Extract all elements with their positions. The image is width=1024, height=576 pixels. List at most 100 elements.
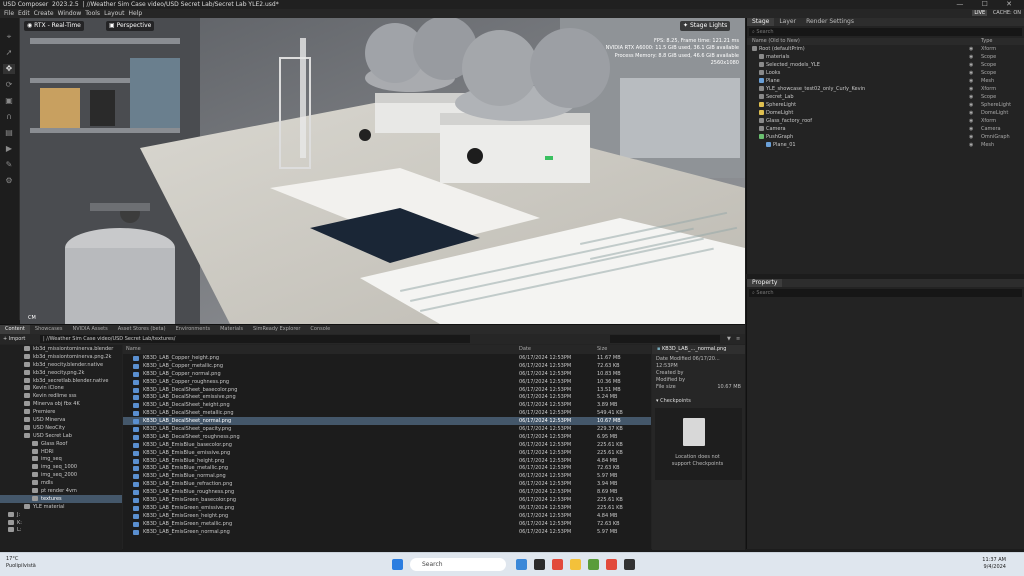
folder-item[interactable]: mdls — [0, 479, 122, 487]
column-type[interactable]: Type — [981, 38, 992, 45]
file-row[interactable]: KB3D_LAB_EmisBlue_roughness.png 06/17/202… — [123, 488, 651, 496]
stage-tree-row[interactable]: Glass_factory_roof ◉ Xform — [747, 117, 1024, 125]
file-row[interactable]: KB3D_LAB_EmisBlue_height.png 06/17/2024 1… — [123, 457, 651, 465]
tab-layer[interactable]: Layer — [774, 18, 801, 26]
column-name[interactable]: Name — [126, 345, 141, 354]
file-row[interactable]: KB3D_LAB_DecalSheet_normal.png 06/17/2024… — [123, 417, 651, 426]
window-controls[interactable]: — ☐ ✕ — [956, 0, 1020, 9]
stage-lights-button[interactable]: ✦ Stage Lights — [680, 21, 731, 31]
tab-showcases[interactable]: Showcases — [30, 325, 68, 334]
folder-item[interactable]: Premiere — [0, 408, 122, 416]
render-mode-button[interactable]: ◉ RTX - Real-Time — [24, 21, 84, 31]
clock[interactable]: 11:37 AM 9/4/2024 — [982, 557, 1006, 571]
visibility-icon[interactable]: ◉ — [969, 101, 973, 109]
stage-tree-row[interactable]: PushGraph ◉ OmniGraph — [747, 133, 1024, 141]
menu-item-edit[interactable]: Edit — [18, 10, 30, 17]
file-row[interactable]: KB3D_LAB_EmisBlue_refraction.png 06/17/20… — [123, 480, 651, 488]
folder-item[interactable]: HDRI — [0, 448, 122, 456]
folder-item[interactable]: K: — [0, 519, 122, 527]
folder-item[interactable]: USD Secret Lab — [0, 432, 122, 440]
folder-item[interactable]: img_seq_2000 — [0, 471, 122, 479]
app-icon-1[interactable] — [516, 559, 527, 570]
folder-item[interactable]: Kevin iClone — [0, 384, 122, 392]
filter-icon[interactable]: ▼ — [727, 334, 731, 344]
file-row[interactable]: KB3D_LAB_EmisBlue_normal.png 06/17/2024 1… — [123, 472, 651, 480]
file-row[interactable]: KB3D_LAB_Copper_normal.png 06/17/2024 12:… — [123, 370, 651, 378]
visibility-icon[interactable]: ◉ — [969, 53, 973, 61]
visibility-icon[interactable]: ◉ — [969, 93, 973, 101]
file-row[interactable]: KB3D_LAB_Copper_metallic.png 06/17/2024 1… — [123, 362, 651, 370]
folder-item[interactable]: kb3d_missiontominerva.blender — [0, 345, 122, 353]
paint-icon[interactable]: ✎ — [3, 160, 15, 170]
file-row[interactable]: KB3D_LAB_EmisGreen_basecolor.png 06/17/20… — [123, 496, 651, 504]
menu-item-window[interactable]: Window — [58, 10, 82, 17]
tab-render-settings[interactable]: Render Settings — [801, 18, 859, 26]
visibility-icon[interactable]: ◉ — [969, 109, 973, 117]
settings-icon[interactable]: ⚙ — [3, 176, 15, 186]
file-row[interactable]: KB3D_LAB_DecalSheet_roughness.png 06/17/2… — [123, 433, 651, 441]
tab-asset-stores-beta-[interactable]: Asset Stores (beta) — [113, 325, 171, 334]
folder-item[interactable]: img_seq — [0, 455, 122, 463]
property-search-input[interactable]: ⌕ Search — [749, 289, 1022, 297]
visibility-icon[interactable]: ◉ — [969, 133, 973, 141]
weather-widget[interactable]: 17°C Puolipilvistä — [6, 556, 36, 570]
folder-item[interactable]: YLE material — [0, 503, 122, 511]
camera-button[interactable]: ▣ Perspective — [106, 21, 155, 31]
viewport[interactable]: ◉ RTX - Real-Time ▣ Perspective ✦ Stage … — [20, 18, 745, 324]
folder-icon[interactable] — [570, 559, 581, 570]
file-row[interactable]: KB3D_LAB_EmisGreen_emissive.png 06/17/202… — [123, 504, 651, 512]
visibility-icon[interactable]: ◉ — [969, 61, 973, 69]
snap-icon[interactable]: ∩ — [3, 112, 15, 122]
checkpoints-header[interactable]: ▾ Checkpoints — [652, 397, 745, 405]
file-row[interactable]: KB3D_LAB_DecalSheet_opacity.png 06/17/202… — [123, 425, 651, 433]
column-name[interactable]: Name (Old to New) — [752, 38, 800, 45]
tab-environments[interactable]: Environments — [171, 325, 216, 334]
folder-item[interactable]: kb3d_missiontominerva.png.2k — [0, 353, 122, 361]
stage-tree-row[interactable]: Root (defaultPrim) ◉ Xform — [747, 45, 1024, 53]
play-icon[interactable]: ▶ — [3, 144, 15, 154]
file-row[interactable]: KB3D_LAB_EmisBlue_basecolor.png 06/17/202… — [123, 441, 651, 449]
stage-tree-row[interactable]: Plane_01 ◉ Mesh — [747, 141, 1024, 149]
folder-item[interactable]: img_seq_1000 — [0, 463, 122, 471]
app-icon-5[interactable] — [624, 559, 635, 570]
file-row[interactable]: KB3D_LAB_DecalSheet_emissive.png 06/17/20… — [123, 393, 651, 401]
stage-tree-row[interactable]: Camera ◉ Camera — [747, 125, 1024, 133]
column-date[interactable]: Date — [519, 345, 531, 354]
tab-simready-explorer[interactable]: SimReady Explorer — [248, 325, 305, 334]
path-field[interactable]: | //Weather Sim Case video/USD Secret La… — [40, 335, 470, 343]
rotate-icon[interactable]: ⟳ — [3, 80, 15, 90]
folder-item[interactable]: Kevin redlime sss — [0, 392, 122, 400]
folder-item[interactable]: L: — [0, 526, 122, 534]
move-icon[interactable]: ✥ — [3, 64, 15, 74]
stage-search-input[interactable]: ⌕ Search — [749, 28, 1022, 36]
folder-item[interactable]: USD Minerva — [0, 416, 122, 424]
menu-item-layout[interactable]: Layout — [104, 10, 124, 17]
file-row[interactable]: KB3D_LAB_DecalSheet_metallic.png 06/17/20… — [123, 409, 651, 417]
pointer-icon[interactable]: ➚ — [3, 48, 15, 58]
app-icon-4[interactable] — [606, 559, 617, 570]
tab-nvidia-assets[interactable]: NVIDIA Assets — [67, 325, 112, 334]
live-badge[interactable]: LIVE — [972, 10, 988, 16]
visibility-icon[interactable]: ◉ — [969, 45, 973, 53]
menu-item-create[interactable]: Create — [34, 10, 54, 17]
file-row[interactable]: KB3D_LAB_Copper_roughness.png 06/17/2024 … — [123, 378, 651, 386]
camera-icon[interactable]: ▤ — [3, 128, 15, 138]
visibility-icon[interactable]: ◉ — [969, 125, 973, 133]
folder-item[interactable]: kb3d_neocity.png.2k — [0, 369, 122, 377]
file-row[interactable]: KB3D_LAB_EmisGreen_normal.png 06/17/2024 … — [123, 528, 651, 536]
folder-item[interactable]: kb3d_secretlab.blender.native — [0, 377, 122, 385]
stage-tree-row[interactable]: YLE_showcase_test02_only_Curly_Kevin ◉ Xfo… — [747, 85, 1024, 93]
folder-item[interactable]: Glass Roof — [0, 440, 122, 448]
tab-materials[interactable]: Materials — [215, 325, 248, 334]
folder-item[interactable]: USD NeoCity — [0, 424, 122, 432]
file-row[interactable]: KB3D_LAB_DecalSheet_basecolor.png 06/17/2… — [123, 386, 651, 394]
column-size[interactable]: Size — [597, 345, 607, 354]
file-row[interactable]: KB3D_LAB_DecalSheet_height.png 06/17/2024… — [123, 401, 651, 409]
tab-property[interactable]: Property — [747, 279, 783, 287]
stage-tree-row[interactable]: Looks ◉ Scope — [747, 69, 1024, 77]
visibility-icon[interactable]: ◉ — [969, 117, 973, 125]
import-button[interactable]: + Import — [3, 334, 25, 344]
stage-tree-row[interactable]: Secret_Lab ◉ Scope — [747, 93, 1024, 101]
menu-icon[interactable]: ≡ — [736, 334, 740, 344]
file-row[interactable]: KB3D_LAB_EmisGreen_height.png 06/17/2024 … — [123, 512, 651, 520]
